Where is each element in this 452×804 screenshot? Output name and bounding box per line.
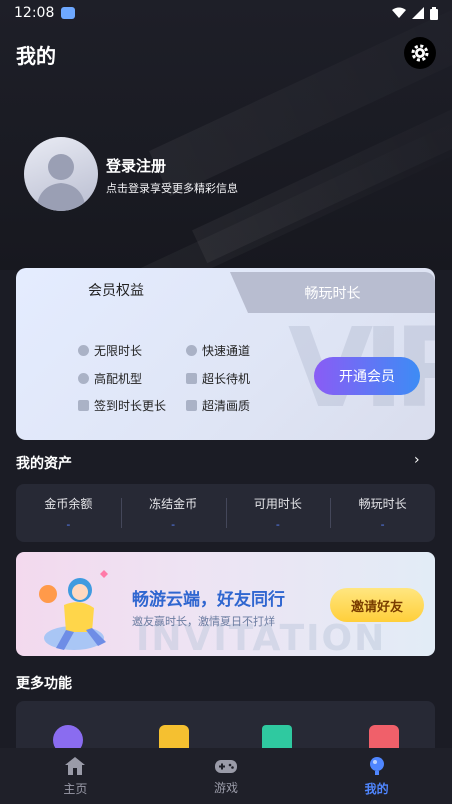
gear-icon [411,44,429,62]
tab-play-time[interactable]: 畅玩时长 [230,272,435,313]
character-illustration [39,570,108,650]
asset-play-time[interactable]: 畅玩时长 - [330,484,435,542]
calendar-icon [78,400,89,411]
benefit-item: 超长待机 [186,370,250,387]
default-avatar-icon [36,154,86,211]
asset-value: - [171,518,176,531]
plus-circle-icon [186,345,197,356]
asset-label: 畅玩时长 [358,497,407,511]
banner-subtitle: 邀友赢时长，激情夏日不打烊 [132,615,275,628]
benefit-item: 超清画质 [186,397,250,414]
invite-banner[interactable]: INVITATION 畅游云端，好友同行 邀友赢时长，激情夏日不打烊 邀请好友 [16,552,435,656]
benefit-label: 超长待机 [202,372,251,386]
battery-icon [430,6,438,20]
member-benefits-card: VIP 畅玩时长 会员权益 无限时长 快速通道 高配机型 超长待机 签到时长更长… [16,268,435,440]
assets-card: 金币余额 - 冻结金币 - 可用时长 - 畅玩时长 - [16,484,435,542]
asset-available-time[interactable]: 可用时长 - [225,484,331,542]
asset-value: - [275,518,280,531]
asset-value: - [66,518,71,531]
chevron-right-icon[interactable]: › [414,452,420,468]
benefit-label: 快速通道 [202,344,251,358]
benefit-label: 高配机型 [94,372,143,386]
tab-home[interactable]: 主页 [0,748,151,804]
tab-games[interactable]: 游戏 [151,748,302,804]
page-title: 我的 [16,44,56,68]
bottom-tab-bar: 主页 游戏 我的 [0,748,452,804]
asset-label: 冻结金币 [149,497,198,511]
benefit-item: 快速通道 [186,342,250,359]
signal-icon [412,7,424,19]
tab-mine[interactable]: 我的 [301,748,452,804]
hd-icon [186,400,197,411]
login-subtitle[interactable]: 点击登录享受更多精彩信息 [106,180,238,196]
benefit-label: 超清画质 [202,399,251,413]
assets-section-title: 我的资产 [16,456,72,472]
gamepad-icon [186,373,197,384]
app-notification-icon [61,7,76,19]
asset-value: - [380,518,385,531]
tab-label: 我的 [364,781,389,796]
gear-icon [78,373,89,384]
profile-hero-background [0,0,452,270]
tab-label: 游戏 [214,780,239,795]
asset-label: 金币余额 [44,497,93,511]
clock-icon [78,345,89,356]
asset-frozen-gold[interactable]: 冻结金币 - [120,484,226,542]
asset-gold-balance[interactable]: 金币余额 - [16,484,121,542]
invite-friends-button[interactable]: 邀请好友 [330,588,424,622]
gamepad-icon [215,759,237,773]
tab-label: 主页 [63,781,88,796]
avatar[interactable] [24,137,98,211]
more-functions-title: 更多功能 [16,676,72,692]
benefit-label: 无限时长 [94,344,143,358]
home-icon [65,756,86,775]
login-title[interactable]: 登录注册 [106,155,166,176]
benefit-label: 签到时长更长 [94,399,167,413]
tab-member-benefits[interactable]: 会员权益 [16,268,236,312]
benefit-item: 无限时长 [78,342,142,359]
status-time: 12:08 [14,5,55,21]
status-bar: 12:08 [0,0,452,26]
open-membership-button[interactable]: 开通会员 [314,357,420,395]
user-icon [369,756,384,775]
settings-button[interactable] [404,37,436,69]
wifi-icon [392,7,406,18]
asset-label: 可用时长 [253,497,302,511]
banner-title: 畅游云端，好友同行 [132,590,285,610]
benefit-item: 签到时长更长 [78,397,166,414]
benefit-item: 高配机型 [78,370,142,387]
